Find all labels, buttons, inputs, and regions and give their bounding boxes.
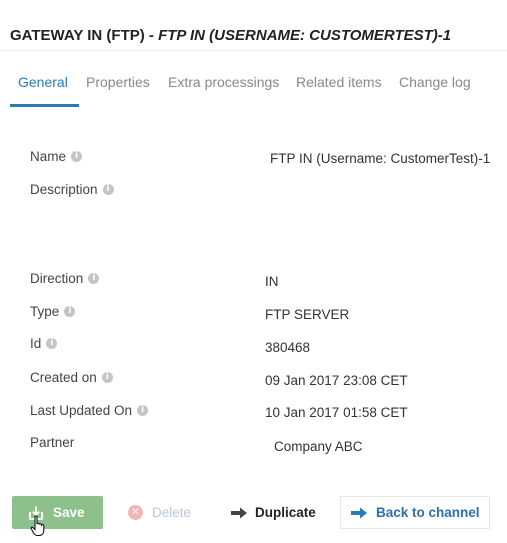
delete-button[interactable]: ✕ Delete xyxy=(128,496,191,529)
hand-cursor-icon xyxy=(30,515,45,537)
info-icon[interactable]: i xyxy=(46,338,58,349)
direction-label: Direction i xyxy=(30,271,100,286)
id-value: 380468 xyxy=(265,340,311,355)
info-icon[interactable]: i xyxy=(137,405,149,416)
type-label: Type i xyxy=(30,304,76,319)
page-title-main: GATEWAY IN (FTP) xyxy=(10,27,145,44)
save-button[interactable]: Save xyxy=(12,496,103,529)
partner-value: Company ABC xyxy=(274,439,363,454)
info-icon[interactable]: i xyxy=(71,151,83,162)
page-title-separator: - xyxy=(144,27,159,44)
action-bar: Save ✕ Delete Duplicate Back to channel xyxy=(0,496,507,532)
tab-related-items[interactable]: Related items xyxy=(296,74,382,90)
type-label-text: Type xyxy=(30,304,60,319)
close-circle-icon: ✕ xyxy=(128,505,143,520)
created-on-label: Created on i xyxy=(30,370,113,385)
back-to-channel-button[interactable]: Back to channel xyxy=(340,496,490,529)
name-label-text: Name xyxy=(30,149,67,164)
direction-value: IN xyxy=(265,274,279,289)
tab-general[interactable]: General xyxy=(18,74,68,90)
info-icon[interactable]: i xyxy=(64,306,76,317)
name-label: Name i xyxy=(30,149,83,164)
last-updated-on-label: Last Updated On i xyxy=(30,403,149,418)
duplicate-button[interactable]: Duplicate xyxy=(230,496,316,529)
tab-change-log[interactable]: Change log xyxy=(399,74,471,90)
tab-extra-processings[interactable]: Extra processings xyxy=(168,74,279,90)
info-icon[interactable]: i xyxy=(102,184,114,195)
tab-bar: General Properties Extra processings Rel… xyxy=(10,64,500,108)
page-title-subtitle: FTP IN (USERNAME: CUSTOMERTEST)-1 xyxy=(158,27,452,44)
tab-properties[interactable]: Properties xyxy=(86,74,150,90)
direction-label-text: Direction xyxy=(30,271,84,286)
description-label: Description i xyxy=(30,182,114,197)
arrow-right-icon xyxy=(231,507,247,518)
page-title: GATEWAY IN (FTP) - FTP IN (USERNAME: CUS… xyxy=(10,27,451,44)
last-updated-on-label-text: Last Updated On xyxy=(30,403,133,418)
created-on-label-text: Created on xyxy=(30,370,97,385)
arrow-right-icon xyxy=(351,507,367,518)
info-icon[interactable]: i xyxy=(88,273,100,284)
partner-label-text: Partner xyxy=(30,435,75,450)
created-on-value: 09 Jan 2017 23:08 CET xyxy=(265,373,408,388)
duplicate-button-label: Duplicate xyxy=(255,505,316,520)
type-value: FTP SERVER xyxy=(265,307,350,322)
delete-button-label: Delete xyxy=(152,505,192,520)
info-icon[interactable]: i xyxy=(101,372,113,383)
name-value: FTP IN (Username: CustomerTest)-1 xyxy=(270,151,491,166)
back-to-channel-label: Back to channel xyxy=(376,505,480,520)
id-label: Id i xyxy=(30,336,58,351)
partner-label: Partner xyxy=(30,435,74,450)
id-label-text: Id xyxy=(30,336,42,351)
save-button-label: Save xyxy=(53,505,85,520)
last-updated-on-value: 10 Jan 2017 01:58 CET xyxy=(265,405,408,420)
description-label-text: Description xyxy=(30,182,98,197)
active-tab-indicator xyxy=(10,104,79,107)
title-divider xyxy=(0,50,507,51)
